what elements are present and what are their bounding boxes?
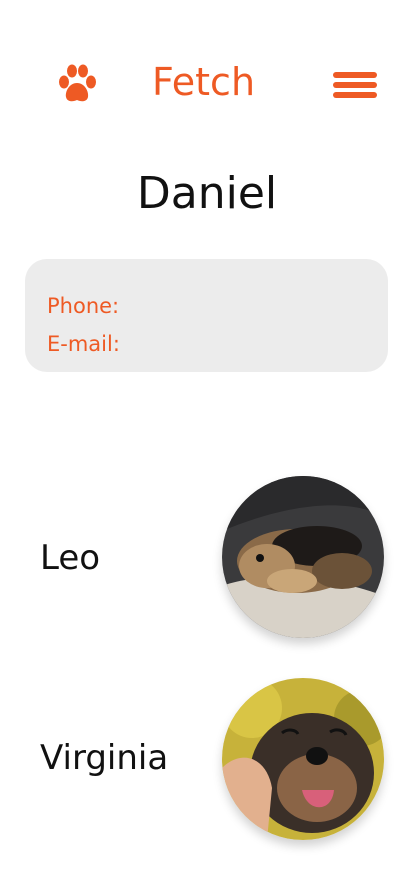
app-header: Fetch <box>0 0 414 150</box>
menu-bar <box>333 92 377 98</box>
contact-card: Phone: E-mail: <box>25 259 388 372</box>
pet-name: Leo <box>40 538 101 578</box>
pet-list-item[interactable]: Leo <box>0 476 414 638</box>
phone-label: Phone: <box>47 294 120 318</box>
menu-bar <box>333 82 377 88</box>
app-logo[interactable]: Fetch <box>152 58 255 106</box>
owner-name-title: Daniel <box>136 168 278 219</box>
pet-photo-leo[interactable] <box>222 476 384 638</box>
email-label: E-mail: <box>47 332 120 356</box>
menu-bar <box>333 72 377 78</box>
pet-name: Virginia <box>40 738 169 778</box>
paw-icon[interactable] <box>56 64 98 104</box>
pet-photo-virginia[interactable] <box>222 678 384 840</box>
pet-list-item[interactable]: Virginia <box>0 676 414 840</box>
menu-icon[interactable] <box>333 72 377 100</box>
